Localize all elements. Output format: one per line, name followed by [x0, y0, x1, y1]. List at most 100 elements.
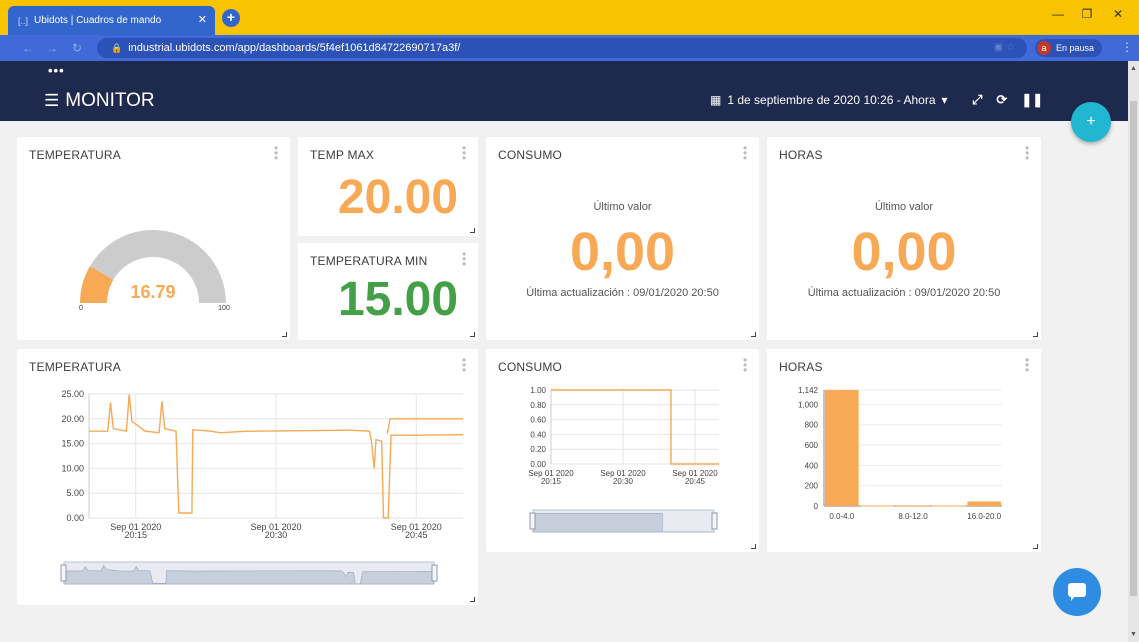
resize-handle[interactable]: [1033, 332, 1038, 337]
avatar: a: [1037, 41, 1051, 55]
resize-handle[interactable]: [470, 228, 475, 233]
widget-options-icon[interactable]: • • •: [743, 142, 747, 164]
date-range-picker[interactable]: ▦ 1 de septiembre de 2020 10:26 - Ahora …: [710, 93, 948, 107]
resize-handle[interactable]: [1033, 544, 1038, 549]
bar: [860, 505, 895, 507]
reload-icon[interactable]: ↻: [72, 41, 82, 55]
profile-button[interactable]: a En pausa: [1035, 39, 1103, 57]
resize-handle[interactable]: [282, 332, 287, 337]
widget-options-icon[interactable]: • • •: [462, 248, 466, 270]
resize-handle[interactable]: [751, 332, 756, 337]
series-line: [551, 389, 719, 465]
navigator-handle-right: [711, 512, 718, 530]
y-tick-label: 20.00: [61, 414, 84, 424]
gauge-value: 16.79: [130, 282, 175, 302]
series-line: [386, 418, 463, 434]
widget-options-icon[interactable]: • • •: [462, 142, 466, 164]
gauge-max: 100: [218, 305, 230, 312]
ubidots-logo[interactable]: •••: [48, 63, 65, 78]
refresh-icon[interactable]: ⟳: [996, 92, 1007, 108]
caret-down-icon: ▾: [941, 93, 948, 107]
bookmark-star-icon[interactable]: ▣ ☆: [994, 38, 1015, 58]
lock-icon: 🔒: [111, 43, 123, 53]
resize-handle[interactable]: [751, 544, 756, 549]
restore-icon[interactable]: ❐: [1075, 7, 1099, 21]
dashboard-navbar: ••• ☰ MONITOR ▦ 1 de septiembre de 2020 …: [0, 61, 1128, 133]
bar: [896, 505, 930, 507]
resize-handle[interactable]: [470, 332, 475, 337]
temperature-chart-widget: TEMPERATURA • • • 25.00 20.00 15.00 10.00 5.00…: [17, 349, 478, 605]
resize-handle[interactable]: [470, 597, 475, 602]
minimize-icon[interactable]: —: [1046, 7, 1070, 21]
y-tick-label: 0.00: [66, 513, 84, 523]
scrollbar-thumb[interactable]: [1130, 101, 1137, 596]
y-tick-label: 800: [805, 421, 819, 430]
x-tick-label: 20:45: [685, 477, 706, 486]
y-tick-label: 1.00: [530, 386, 546, 395]
fullscreen-icon[interactable]: ⤢: [972, 92, 982, 108]
hamburger-icon: ☰: [44, 91, 60, 110]
widget-title: TEMPERATURA MIN: [310, 254, 428, 268]
chat-button[interactable]: [1053, 568, 1101, 616]
consumo-metric-widget: CONSUMO • • • Último valor 0,00 Última act…: [486, 137, 759, 340]
y-tick-label: 600: [805, 441, 819, 450]
tab-title: Ubidots | Cuadros de mando: [34, 15, 162, 26]
last-update-text: Última actualización : 09/01/2020 20:50: [526, 287, 719, 299]
x-tick-label: 20:30: [265, 530, 288, 540]
consumo-chart-widget: CONSUMO • • • 1.00 0.80 0.60 0.40 0.20 0.00 Sep …: [486, 349, 759, 552]
horas-chart-widget: HORAS • • • 1,142 1,000 800 600 400 200 0 0.0-4.0…: [767, 349, 1041, 552]
widget-options-icon[interactable]: • • •: [1025, 142, 1029, 164]
y-tick-label: 1,000: [798, 400, 819, 409]
widget-title: HORAS: [779, 148, 823, 162]
y-tick-label: 15.00: [61, 439, 84, 449]
scroll-up-icon[interactable]: ▲: [1130, 65, 1137, 72]
y-tick-label: 0.40: [530, 430, 546, 439]
widget-title: TEMP MAX: [310, 148, 375, 162]
temp-min-value: 15.00: [337, 273, 459, 326]
forward-icon[interactable]: →: [46, 41, 58, 55]
x-tick-label: 0.0-4.0: [829, 512, 854, 521]
x-tick-label: 20:30: [613, 477, 634, 486]
page-scrollbar[interactable]: ▲ ▼: [1128, 61, 1139, 642]
bar: [825, 390, 859, 506]
close-window-icon[interactable]: ✕: [1106, 7, 1130, 21]
ubidots-favicon-icon: [..]: [18, 15, 29, 26]
add-widget-button[interactable]: +: [1071, 102, 1111, 142]
y-tick-label: 200: [805, 482, 819, 491]
temperature-line-chart: 25.0020.0015.0010.005.000.00Sep 01 20202…: [60, 389, 464, 585]
y-tick-label: 1,142: [798, 386, 819, 395]
x-tick-label: 16.0-20.0: [967, 512, 1001, 521]
browser-menu-icon[interactable]: ⋮: [1121, 40, 1133, 54]
pause-icon[interactable]: ❚❚: [1021, 92, 1043, 108]
close-tab-icon[interactable]: ✕: [198, 13, 207, 26]
metric-caption: Último valor: [874, 201, 934, 213]
new-tab-button[interactable]: +: [222, 9, 240, 27]
url-input[interactable]: 🔒 industrial.ubidots.com/app/dashboards/5…: [97, 38, 1027, 58]
dashboard-menu-button[interactable]: ☰ MONITOR: [44, 90, 155, 112]
horas-bar-chart: 1,142 1,000 800 600 400 200 0 0.0-4.0 8.0-12.0 16…: [798, 386, 1002, 521]
x-tick-label: 20:15: [541, 477, 562, 486]
widget-title: CONSUMO: [498, 148, 563, 162]
y-tick-label: 0.20: [530, 445, 546, 454]
navigator-handle-left: [529, 512, 536, 530]
x-tick-label: 20:45: [405, 530, 428, 540]
dashboard-tools: ⤢ ⟳ ❚❚: [972, 92, 1043, 108]
bar: [931, 505, 966, 507]
temp-min-widget: TEMPERATURA MIN • • • 15.00: [298, 243, 478, 340]
profile-status: En pausa: [1056, 43, 1095, 53]
back-icon[interactable]: ←: [22, 41, 34, 55]
bar: [967, 501, 1001, 506]
x-tick-label: 20:15: [124, 530, 147, 540]
x-tick-label: 8.0-12.0: [898, 512, 928, 521]
navigator-handle-right: [431, 564, 438, 582]
y-tick-label: 25.00: [61, 389, 84, 399]
scroll-down-icon[interactable]: ▼: [1130, 631, 1137, 638]
y-tick-label: 0.60: [530, 416, 546, 425]
last-update-text: Última actualización : 09/01/2020 20:50: [807, 287, 1001, 299]
date-range-text: 1 de septiembre de 2020 10:26 - Ahora: [727, 93, 936, 107]
chat-bubble-icon: [1068, 583, 1086, 597]
y-tick-label: 10.00: [61, 463, 84, 473]
horas-value: 0,00: [851, 222, 957, 282]
y-tick-label: 0.00: [530, 460, 546, 469]
browser-tab[interactable]: [..] Ubidots | Cuadros de mando ✕: [8, 6, 215, 35]
